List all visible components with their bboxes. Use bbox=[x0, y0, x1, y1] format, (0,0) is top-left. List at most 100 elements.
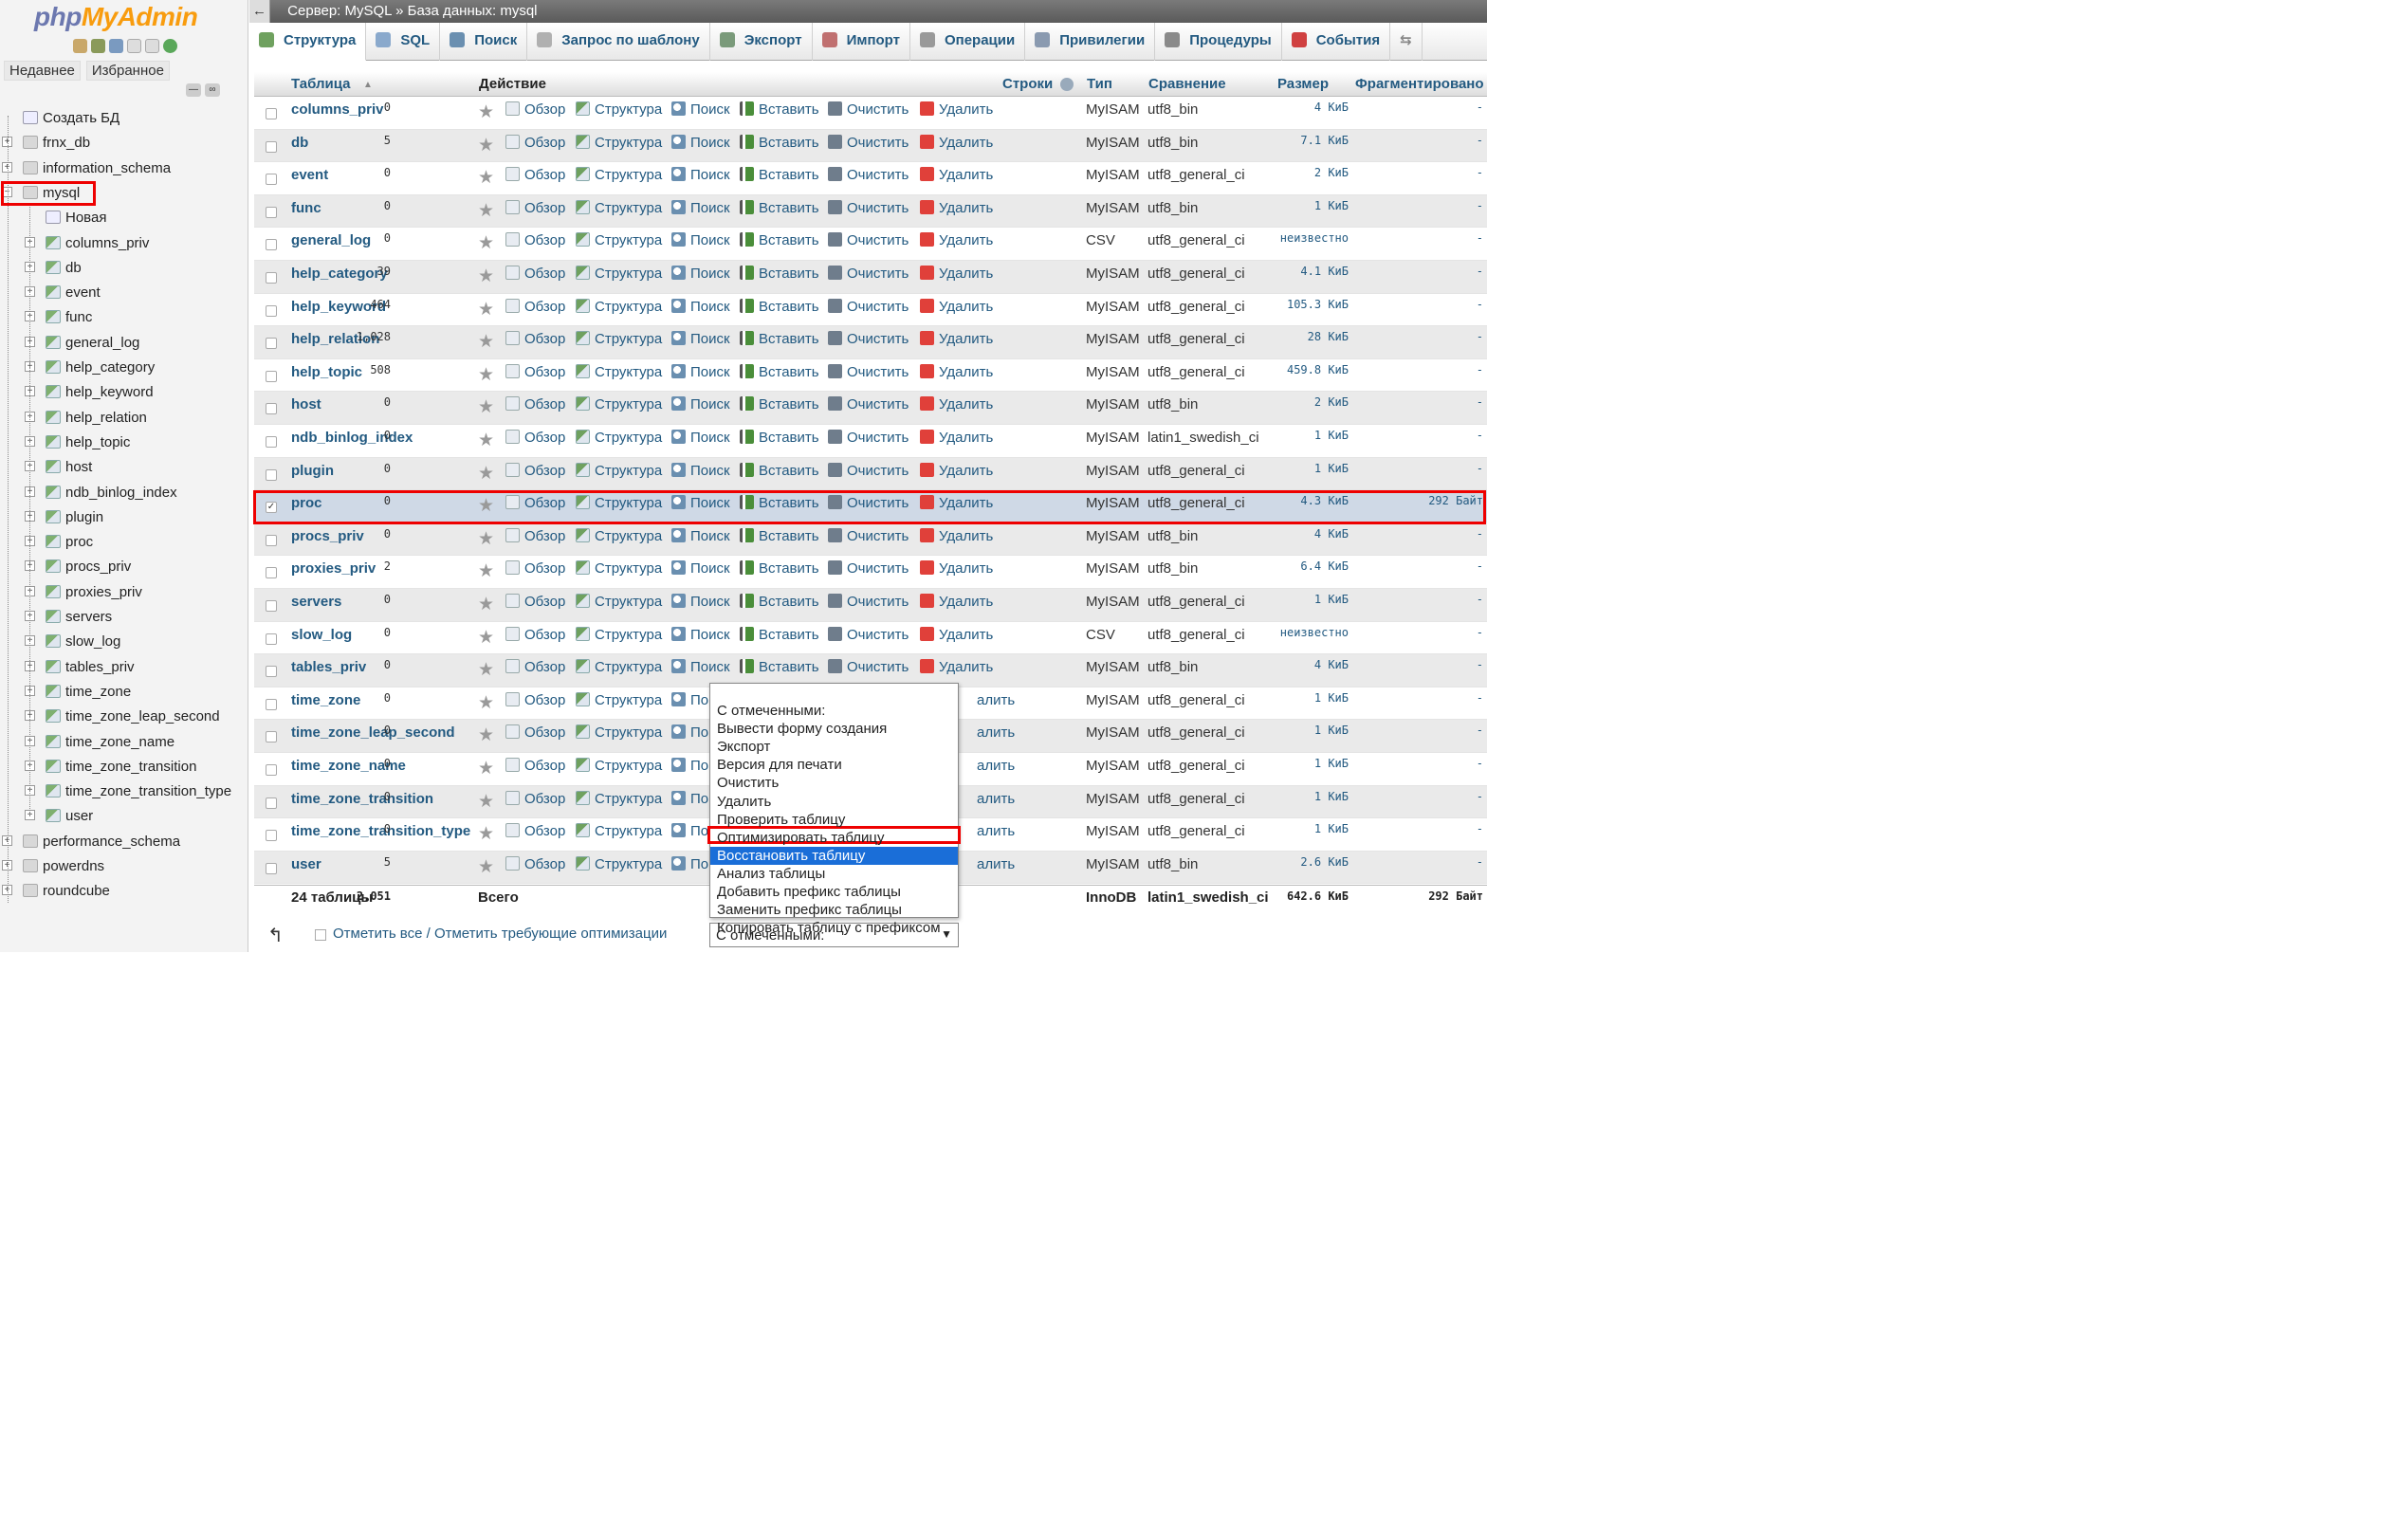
action-insert[interactable]: Вставить bbox=[740, 560, 819, 577]
settings-icon[interactable] bbox=[145, 39, 159, 53]
table-name-link[interactable]: plugin bbox=[291, 463, 334, 479]
home-icon[interactable] bbox=[73, 39, 87, 53]
row-checkbox[interactable] bbox=[266, 338, 277, 350]
tree-item-help_keyword[interactable]: + help_keyword bbox=[25, 382, 154, 403]
dropdown-option[interactable]: Очистить bbox=[710, 774, 958, 792]
action-structure[interactable]: Структура bbox=[576, 396, 662, 412]
table-size[interactable]: 1 КиБ bbox=[1314, 822, 1349, 835]
action-browse[interactable]: Обзор bbox=[505, 758, 565, 774]
dropdown-option[interactable]: Оптимизировать таблицу bbox=[710, 829, 958, 847]
row-checkbox[interactable] bbox=[266, 174, 277, 186]
tree-item-[interactable]: Создать БД bbox=[23, 108, 119, 129]
tree-item-db[interactable]: + db bbox=[25, 258, 82, 279]
table-size[interactable]: 7.1 КиБ bbox=[1300, 134, 1349, 147]
docs-icon[interactable] bbox=[127, 39, 141, 53]
row-checkbox[interactable] bbox=[266, 468, 277, 481]
action-browse[interactable]: Обзор bbox=[505, 691, 565, 708]
tree-item-time_zone_leap_second[interactable]: + time_zone_leap_second bbox=[25, 706, 220, 727]
action-insert[interactable]: Вставить bbox=[740, 396, 819, 412]
action-empty[interactable]: Очистить bbox=[828, 134, 909, 151]
action-insert[interactable]: Вставить bbox=[740, 199, 819, 216]
breadcrumb-database[interactable]: База данных: mysql bbox=[408, 3, 538, 19]
action-empty[interactable]: Очистить bbox=[828, 396, 909, 412]
action-structure[interactable]: Структура bbox=[576, 363, 662, 380]
check-all-link[interactable]: Отметить все / Отметить требующие оптими… bbox=[333, 926, 667, 942]
table-size[interactable]: 1 КиБ bbox=[1314, 691, 1349, 705]
table-name-link[interactable]: help_topic bbox=[291, 364, 362, 380]
table-size[interactable]: 1 КиБ bbox=[1314, 462, 1349, 475]
action-empty[interactable]: Очистить bbox=[828, 101, 909, 118]
dropdown-option[interactable]: Восстановить таблицу bbox=[710, 846, 958, 865]
action-search[interactable]: Поиск bbox=[671, 626, 730, 643]
table-size[interactable]: 1 КиБ bbox=[1314, 429, 1349, 442]
table-name-link[interactable]: event bbox=[291, 167, 328, 183]
action-insert[interactable]: Вставить bbox=[740, 430, 819, 446]
row-checkbox[interactable] bbox=[266, 567, 277, 579]
tab-4[interactable]: Экспорт bbox=[710, 23, 813, 61]
dropdown-option[interactable]: Добавить префикс таблицы bbox=[710, 883, 958, 901]
tab-0[interactable]: Структура bbox=[249, 23, 367, 61]
row-checkbox[interactable] bbox=[266, 403, 277, 415]
favorite-star-icon[interactable]: ★ bbox=[478, 758, 494, 779]
table-size[interactable]: 4 КиБ bbox=[1314, 658, 1349, 671]
table-name-link[interactable]: proxies_priv bbox=[291, 560, 376, 577]
row-checkbox[interactable] bbox=[266, 698, 277, 710]
row-checkbox[interactable] bbox=[266, 830, 277, 842]
action-drop[interactable]: Удалить bbox=[920, 594, 993, 610]
action-insert[interactable]: Вставить bbox=[740, 527, 819, 544]
action-empty[interactable]: Очистить bbox=[828, 167, 909, 183]
tree-item-[interactable]: Новая bbox=[46, 208, 106, 229]
back-arrow-icon[interactable]: ← bbox=[249, 0, 270, 23]
table-size[interactable]: 105.3 КиБ bbox=[1287, 298, 1349, 311]
favorite-star-icon[interactable]: ★ bbox=[478, 659, 494, 681]
action-browse[interactable]: Обзор bbox=[505, 101, 565, 118]
favorite-star-icon[interactable]: ★ bbox=[478, 791, 494, 813]
tree-item-proc[interactable]: + proc bbox=[25, 532, 93, 553]
action-search[interactable]: По bbox=[671, 790, 708, 807]
favorite-star-icon[interactable]: ★ bbox=[478, 430, 494, 451]
action-browse[interactable]: Обзор bbox=[505, 724, 565, 741]
action-drop[interactable]: алить bbox=[977, 758, 1015, 774]
action-search[interactable]: Поиск bbox=[671, 594, 730, 610]
tree-item-ndb_binlog_index[interactable]: + ndb_binlog_index bbox=[25, 483, 177, 504]
favorite-star-icon[interactable]: ★ bbox=[478, 396, 494, 418]
table-name-link[interactable]: time_zone_transition bbox=[291, 791, 433, 807]
tree-item-event[interactable]: + event bbox=[25, 283, 101, 303]
action-browse[interactable]: Обзор bbox=[505, 134, 565, 151]
row-checkbox[interactable] bbox=[266, 632, 277, 645]
row-checkbox[interactable] bbox=[266, 534, 277, 546]
row-checkbox[interactable] bbox=[266, 370, 277, 382]
action-empty[interactable]: Очистить bbox=[828, 462, 909, 479]
action-structure[interactable]: Структура bbox=[576, 855, 662, 872]
action-insert[interactable]: Вставить bbox=[740, 594, 819, 610]
tab-8[interactable]: Процедуры bbox=[1155, 23, 1282, 61]
table-size[interactable]: 2.6 КиБ bbox=[1300, 855, 1349, 869]
action-drop[interactable]: Удалить bbox=[920, 363, 993, 380]
col-collation[interactable]: Сравнение bbox=[1148, 76, 1226, 92]
table-name-link[interactable]: general_log bbox=[291, 232, 371, 248]
phpmyadmin-logo[interactable]: phpMyAdmin bbox=[34, 2, 198, 32]
dropdown-option[interactable]: Версия для печати bbox=[710, 756, 958, 774]
table-name-link[interactable]: user bbox=[291, 856, 321, 872]
table-size[interactable]: 1 КиБ bbox=[1314, 724, 1349, 737]
action-empty[interactable]: Очистить bbox=[828, 527, 909, 544]
table-size[interactable]: 1 КиБ bbox=[1314, 757, 1349, 770]
action-insert[interactable]: Вставить bbox=[740, 462, 819, 479]
action-drop[interactable]: Удалить bbox=[920, 430, 993, 446]
tree-item-proxies_priv[interactable]: + proxies_priv bbox=[25, 582, 142, 603]
tree-item-help_category[interactable]: + help_category bbox=[25, 358, 155, 378]
action-drop[interactable]: Удалить bbox=[920, 266, 993, 282]
action-search[interactable]: Поиск bbox=[671, 134, 730, 151]
action-search[interactable]: По bbox=[671, 823, 708, 839]
favorite-star-icon[interactable]: ★ bbox=[478, 299, 494, 321]
action-structure[interactable]: Структура bbox=[576, 527, 662, 544]
action-insert[interactable]: Вставить bbox=[740, 659, 819, 675]
action-structure[interactable]: Структура bbox=[576, 298, 662, 315]
action-empty[interactable]: Очистить bbox=[828, 331, 909, 347]
action-empty[interactable]: Очистить bbox=[828, 659, 909, 675]
table-name-link[interactable]: time_zone_transition_type bbox=[291, 823, 470, 839]
favorite-star-icon[interactable]: ★ bbox=[478, 692, 494, 714]
action-structure[interactable]: Структура bbox=[576, 430, 662, 446]
tree-item-host[interactable]: + host bbox=[25, 457, 92, 478]
action-browse[interactable]: Обзор bbox=[505, 594, 565, 610]
